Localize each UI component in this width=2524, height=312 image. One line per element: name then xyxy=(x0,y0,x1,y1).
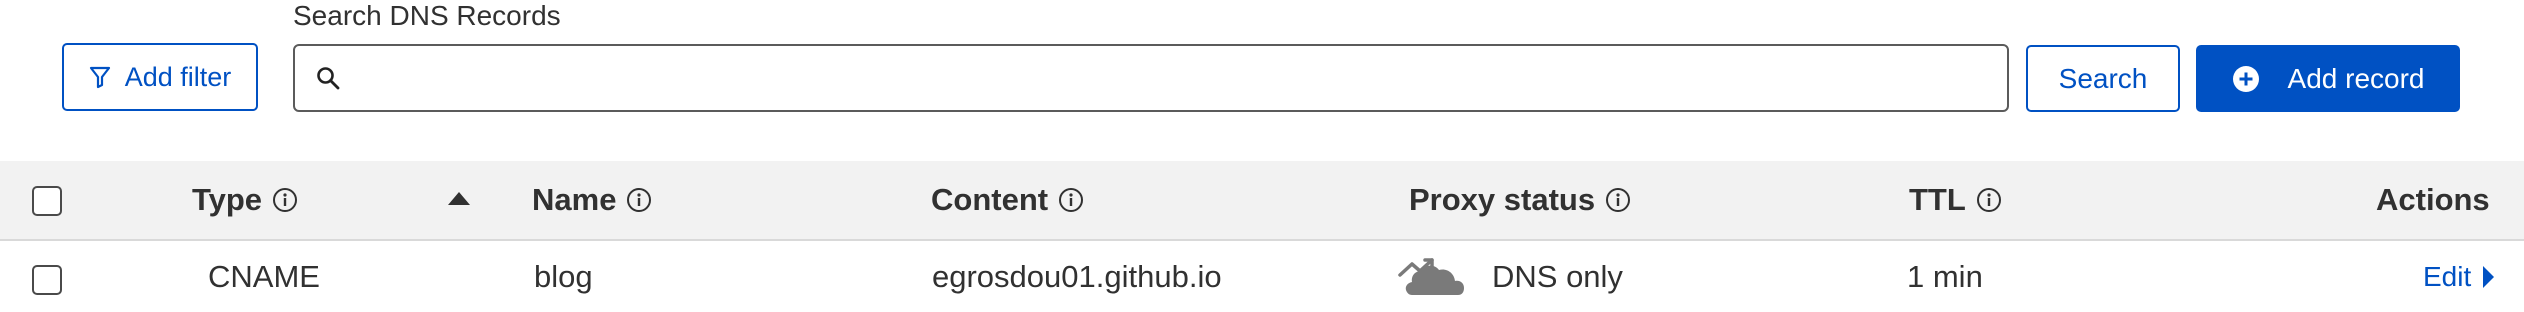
filter-icon xyxy=(89,65,111,89)
edit-record-link[interactable]: Edit xyxy=(2423,241,2495,312)
add-filter-label: Add filter xyxy=(124,61,232,92)
info-icon[interactable] xyxy=(1605,187,1631,213)
column-header-name[interactable]: Name xyxy=(532,161,652,239)
add-record-label: Add record xyxy=(2287,62,2425,94)
table-header: Type Name Content Proxy status TTL Actio… xyxy=(0,161,2524,241)
search-field[interactable] xyxy=(293,44,2009,112)
column-proxy-status-label: Proxy status xyxy=(1409,182,1596,217)
proxy-status-text: DNS only xyxy=(1492,258,1623,294)
info-icon[interactable] xyxy=(1976,187,2002,213)
column-type-label: Type xyxy=(192,182,263,217)
column-header-ttl[interactable]: TTL xyxy=(1909,161,2002,239)
add-filter-button[interactable]: Add filter xyxy=(62,43,258,111)
record-content: egrosdou01.github.io xyxy=(932,258,1222,294)
search-input[interactable] xyxy=(341,45,2007,111)
column-header-proxy-status[interactable]: Proxy status xyxy=(1409,161,1631,239)
edit-label: Edit xyxy=(2423,260,2472,292)
table-row: CNAME blog egrosdou01.github.io DNS only… xyxy=(0,241,2524,312)
column-header-actions: Actions xyxy=(2376,161,2490,239)
plus-circle-icon xyxy=(2232,65,2260,93)
column-ttl-label: TTL xyxy=(1909,182,1966,217)
caret-right-icon xyxy=(2481,264,2495,290)
search-button-label: Search xyxy=(2058,62,2148,94)
info-icon[interactable] xyxy=(272,187,298,213)
record-proxy-status: DNS only xyxy=(1398,241,1623,312)
record-name: blog xyxy=(534,258,593,294)
column-header-content[interactable]: Content xyxy=(931,161,1084,239)
sort-ascending-icon[interactable] xyxy=(446,189,472,212)
info-icon[interactable] xyxy=(626,187,652,213)
column-actions-label: Actions xyxy=(2376,182,2490,217)
record-ttl: 1 min xyxy=(1907,258,1983,294)
search-icon xyxy=(315,65,341,91)
search-label: Search DNS Records xyxy=(293,0,561,31)
search-button[interactable]: Search xyxy=(2026,45,2180,112)
dns-only-cloud-icon xyxy=(1398,255,1464,299)
record-type: CNAME xyxy=(208,258,320,294)
info-icon[interactable] xyxy=(1058,187,1084,213)
column-content-label: Content xyxy=(931,182,1049,217)
row-checkbox[interactable] xyxy=(32,265,62,295)
column-header-type[interactable]: Type xyxy=(192,161,298,239)
add-record-button[interactable]: Add record xyxy=(2196,45,2460,112)
select-all-checkbox[interactable] xyxy=(32,186,62,216)
column-name-label: Name xyxy=(532,182,617,217)
